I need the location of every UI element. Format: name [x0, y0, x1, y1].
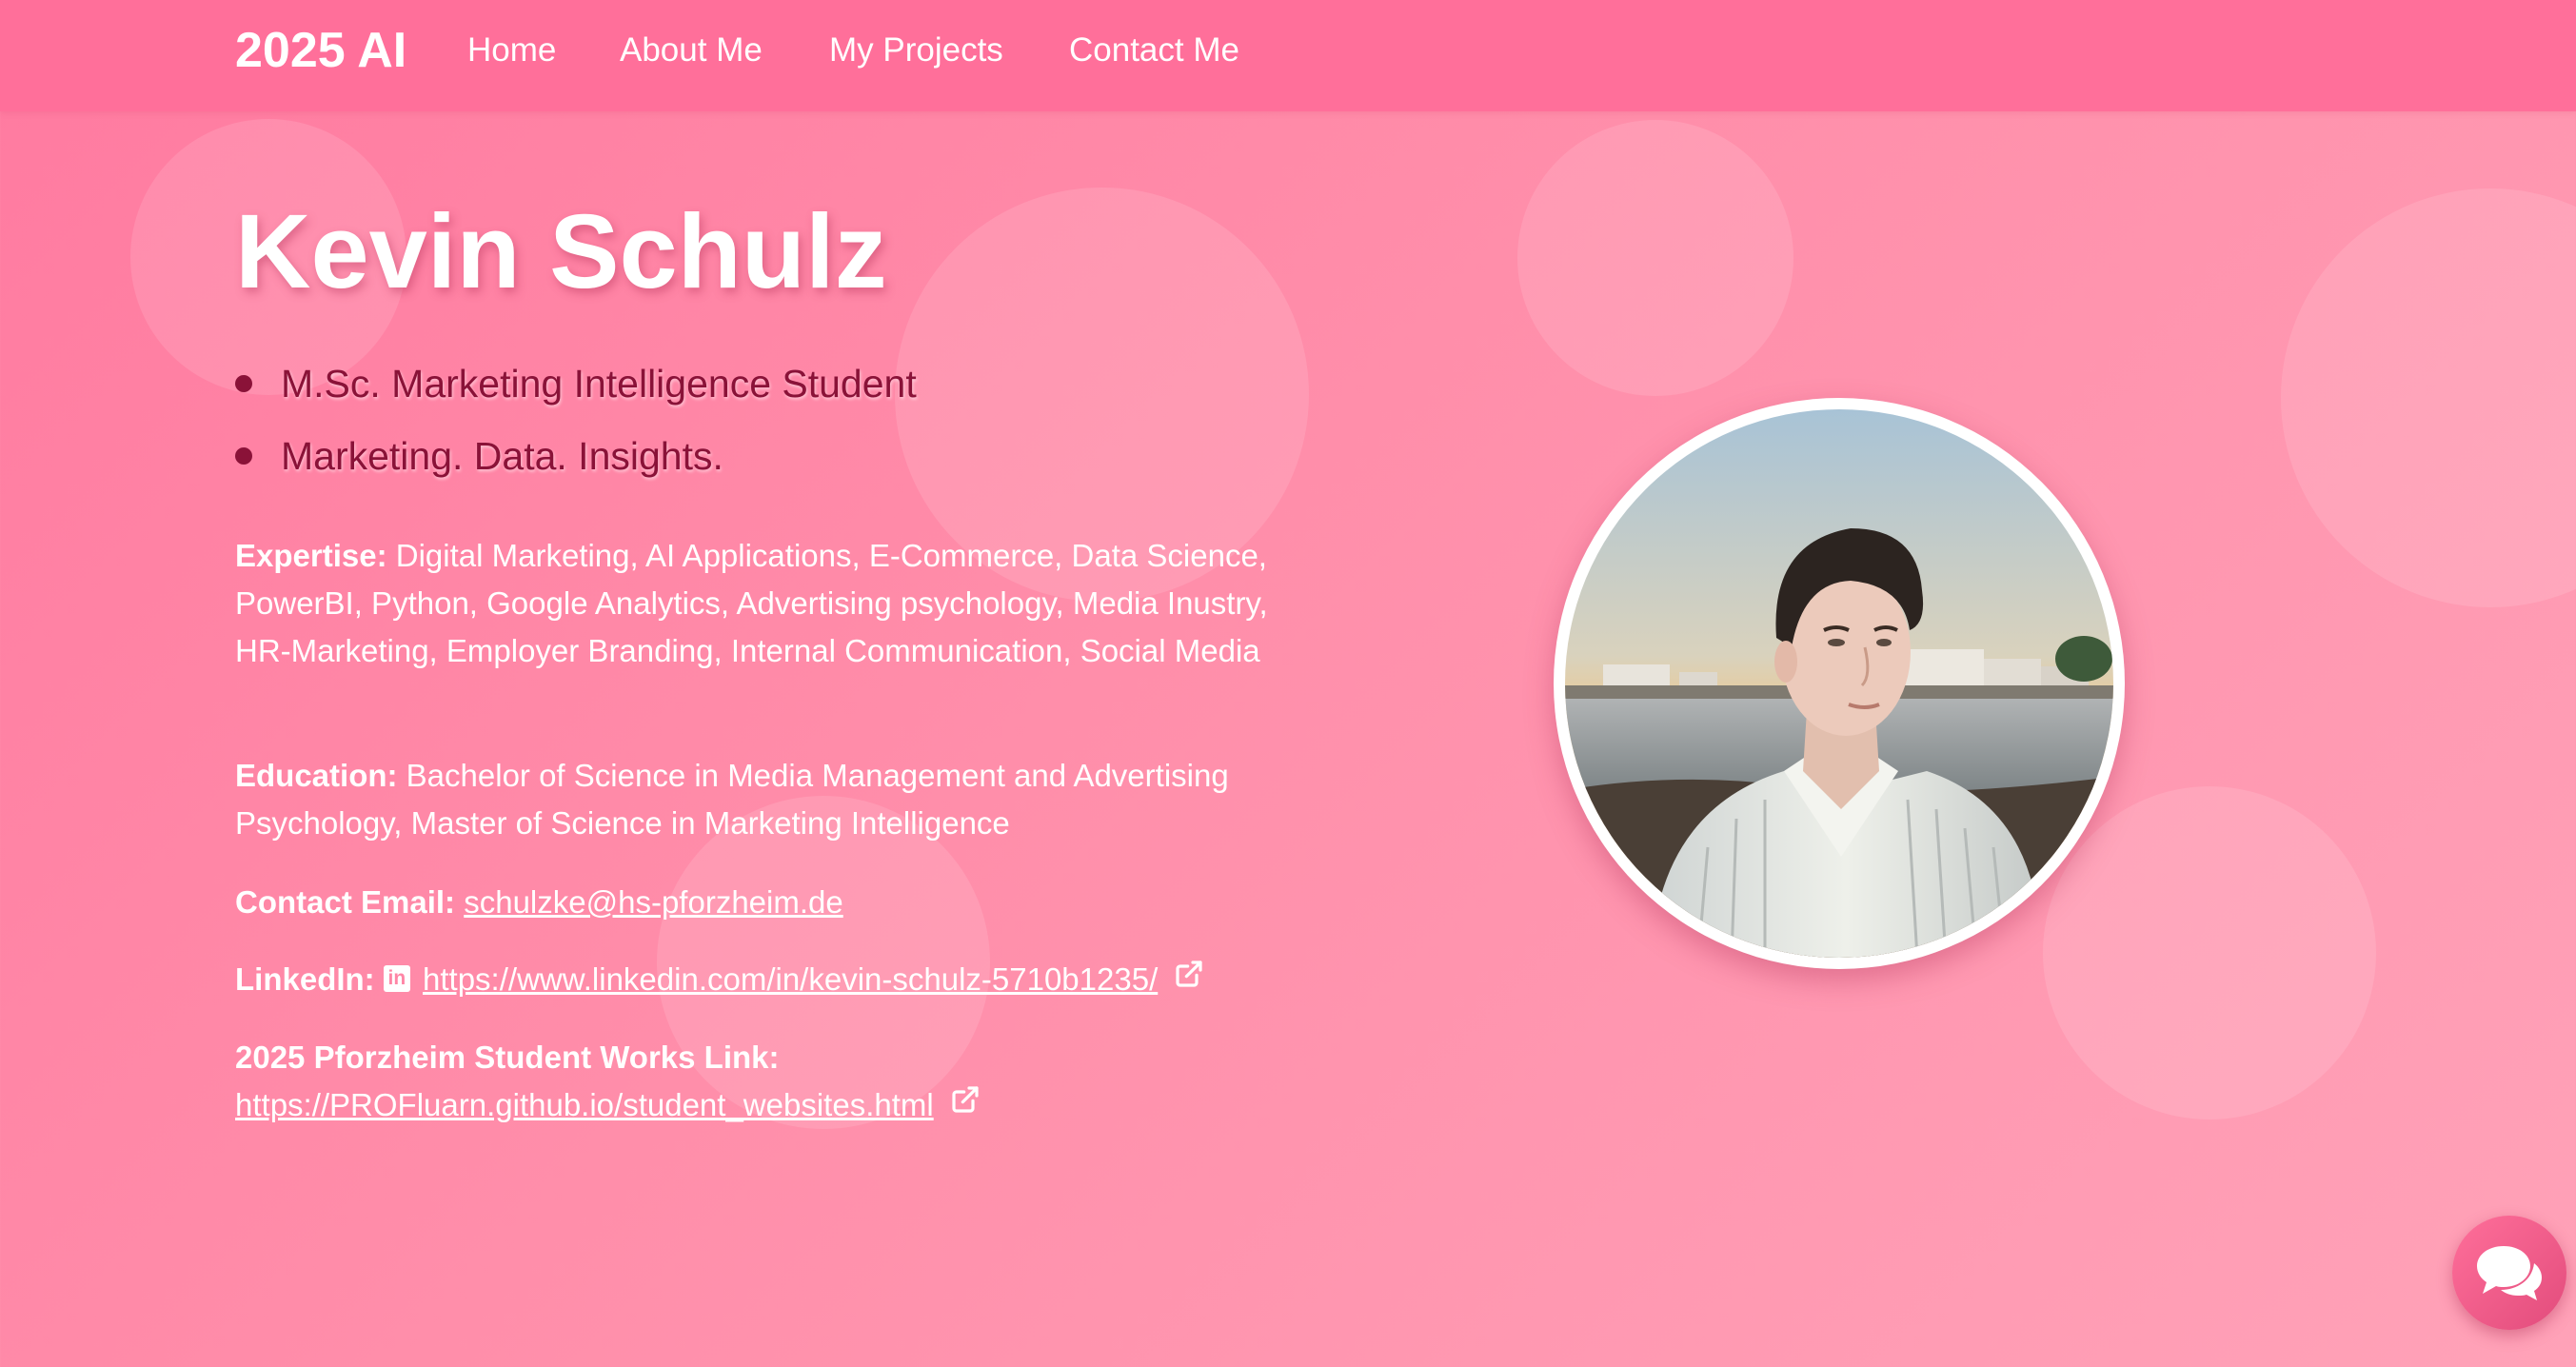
background-bubble: [1517, 120, 1793, 396]
bullet-icon: [235, 375, 252, 393]
student-works-link-row: https://PROFluarn.github.io/student_webs…: [235, 1081, 1282, 1131]
profile-photo-frame: [1554, 398, 2125, 969]
site-brand[interactable]: 2025 AI: [235, 21, 406, 80]
education-section: Education: Bachelor of Science in Media …: [235, 752, 1282, 847]
student-works-link[interactable]: https://PROFluarn.github.io/student_webs…: [235, 1087, 934, 1122]
external-link-icon[interactable]: [950, 1080, 981, 1128]
education-label: Education:: [235, 758, 398, 793]
tagline-text: Marketing. Data. Insights.: [281, 434, 723, 478]
nav-about-me[interactable]: About Me: [620, 30, 763, 70]
nav-contact-me[interactable]: Contact Me: [1069, 30, 1239, 70]
nav-home[interactable]: Home: [467, 30, 556, 70]
profile-photo: [1565, 409, 2113, 958]
background-bubble: [2043, 786, 2376, 1119]
top-navbar: 2025 AI Home About Me My Projects Contac…: [0, 0, 2576, 111]
expertise-section: Expertise: Digital Marketing, AI Applica…: [235, 532, 1282, 675]
external-link-icon[interactable]: [1174, 955, 1204, 1002]
email-label: Contact Email:: [235, 884, 456, 920]
email-section: Contact Email: schulzke@hs-pforzheim.de: [235, 879, 1282, 926]
expertise-label: Expertise:: [235, 538, 387, 573]
student-works-label: 2025 Pforzheim Student Works Link:: [235, 1040, 780, 1075]
background-bubble: [2281, 188, 2576, 607]
student-works-section: 2025 Pforzheim Student Works Link: https…: [235, 1034, 1282, 1131]
email-link[interactable]: schulzke@hs-pforzheim.de: [464, 884, 843, 920]
linkedin-icon: in: [383, 965, 410, 993]
linkedin-label: LinkedIn:: [235, 961, 375, 997]
bullet-icon: [235, 447, 252, 466]
tagline-item: Marketing. Data. Insights.: [235, 432, 723, 480]
tagline-text: M.Sc. Marketing Intelligence Student: [281, 362, 917, 406]
chat-button[interactable]: [2452, 1216, 2566, 1330]
linkedin-section: LinkedIn: in https://www.linkedin.com/in…: [235, 956, 1282, 1005]
tagline-item: M.Sc. Marketing Intelligence Student: [235, 360, 917, 407]
linkedin-link[interactable]: https://www.linkedin.com/in/kevin-schulz…: [423, 961, 1158, 997]
expertise-text: Digital Marketing, AI Applications, E-Co…: [235, 538, 1268, 668]
chat-bubbles-icon: [2477, 1246, 2542, 1300]
nav-my-projects[interactable]: My Projects: [829, 30, 1003, 70]
hero-name: Kevin Schulz: [235, 193, 887, 310]
